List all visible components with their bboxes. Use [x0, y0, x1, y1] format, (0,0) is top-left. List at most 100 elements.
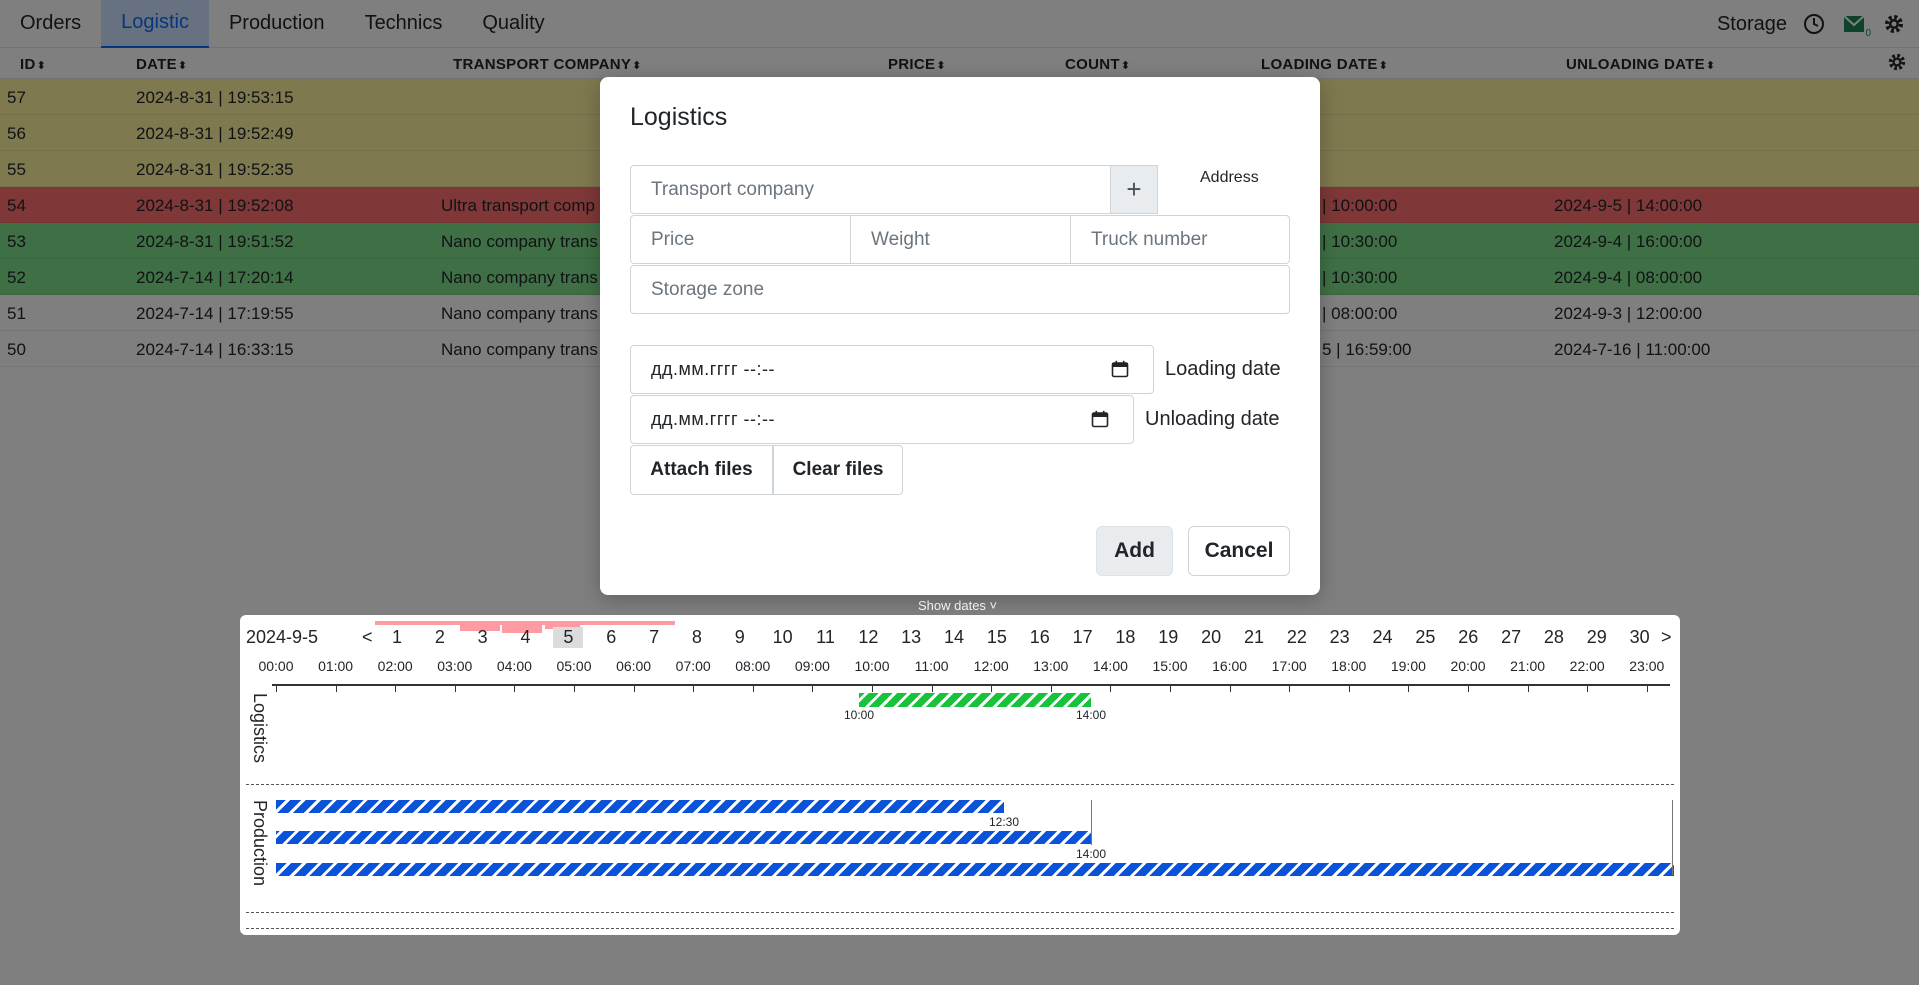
price-input[interactable]: Price: [630, 215, 851, 264]
hour-label: 21:00: [1510, 658, 1546, 674]
production-bar[interactable]: [276, 831, 1091, 844]
modal-title: Logistics: [630, 103, 728, 131]
prev-month-arrow[interactable]: <: [362, 627, 373, 648]
hour-label: 16:00: [1212, 658, 1248, 674]
cancel-button[interactable]: Cancel: [1188, 526, 1290, 576]
production-bar[interactable]: [276, 863, 1674, 876]
address-label: Address: [1200, 169, 1259, 186]
hour-label: 23:00: [1629, 658, 1665, 674]
day-8[interactable]: 8: [682, 627, 712, 648]
current-date: 2024-9-5: [246, 627, 319, 647]
axis-tick: [931, 684, 933, 692]
unloading-date-input[interactable]: дд.мм.гггг --:--: [630, 395, 1134, 444]
add-transport-company-button[interactable]: +: [1110, 165, 1158, 214]
calendar-icon[interactable]: [1091, 410, 1109, 428]
next-month-arrow[interactable]: >: [1661, 627, 1672, 648]
loading-date-value: дд.мм.гггг --:--: [651, 359, 775, 379]
hour-label: 20:00: [1450, 658, 1486, 674]
hour-label: 05:00: [556, 658, 592, 674]
day-14[interactable]: 14: [939, 627, 969, 648]
day-1[interactable]: 1: [382, 627, 412, 648]
axis-tick: [1646, 684, 1648, 692]
hour-label: 19:00: [1390, 658, 1426, 674]
axis-tick: [633, 684, 635, 692]
day-12[interactable]: 12: [853, 627, 883, 648]
time-marker-line: [1091, 800, 1092, 845]
truck-number-input[interactable]: Truck number: [1070, 215, 1290, 264]
axis-tick: [752, 684, 754, 692]
day-25[interactable]: 25: [1410, 627, 1440, 648]
day-28[interactable]: 28: [1539, 627, 1569, 648]
weight-input[interactable]: Weight: [850, 215, 1071, 264]
day-13[interactable]: 13: [896, 627, 926, 648]
day-19[interactable]: 19: [1153, 627, 1183, 648]
bar-end-label: 14:00: [1076, 847, 1107, 861]
unloading-date-label: Unloading date: [1145, 408, 1280, 430]
hour-label: 04:00: [496, 658, 532, 674]
day-2[interactable]: 2: [425, 627, 455, 648]
hour-label: 14:00: [1092, 658, 1128, 674]
day-3[interactable]: 3: [468, 627, 498, 648]
clear-files-button[interactable]: Clear files: [773, 445, 903, 495]
lane-label-production: Production: [250, 800, 270, 887]
day-20[interactable]: 20: [1196, 627, 1226, 648]
logistics-booking-bar[interactable]: [859, 693, 1091, 707]
axis-tick: [1229, 684, 1231, 692]
day-24[interactable]: 24: [1368, 627, 1398, 648]
loading-date-input[interactable]: дд.мм.гггг --:--: [630, 345, 1154, 394]
axis-tick: [1408, 684, 1410, 692]
time-axis: [272, 684, 1670, 686]
hour-label: 07:00: [675, 658, 711, 674]
day-4[interactable]: 4: [511, 627, 541, 648]
axis-tick: [872, 684, 873, 692]
axis-tick: [1050, 684, 1052, 692]
bar-start-label: 10:00: [844, 708, 875, 722]
lane-divider: [246, 928, 1674, 929]
day-22[interactable]: 22: [1282, 627, 1312, 648]
show-dates-toggle[interactable]: Show dates ˅: [918, 598, 997, 613]
day-29[interactable]: 29: [1582, 627, 1612, 648]
hour-label: 10:00: [854, 658, 890, 674]
day-7[interactable]: 7: [639, 627, 669, 648]
axis-tick: [693, 684, 695, 692]
bar-end-label: 12:30: [989, 815, 1020, 829]
hour-label: 13:00: [1033, 658, 1069, 674]
day-30[interactable]: 30: [1625, 627, 1655, 648]
hour-label: 15:00: [1152, 658, 1188, 674]
production-bar[interactable]: [276, 800, 1004, 813]
logistics-modal: Logistics Transport company + Address Pr…: [600, 77, 1320, 595]
day-10[interactable]: 10: [768, 627, 798, 648]
day-18[interactable]: 18: [1110, 627, 1140, 648]
calendar-icon[interactable]: [1111, 360, 1129, 378]
axis-tick: [454, 684, 456, 692]
day-15[interactable]: 15: [982, 627, 1012, 648]
transport-company-input[interactable]: Transport company: [630, 165, 1111, 214]
axis-tick: [1110, 684, 1112, 692]
day-17[interactable]: 17: [1068, 627, 1098, 648]
axis-tick: [1170, 684, 1171, 692]
axis-tick: [276, 684, 277, 692]
attach-files-button[interactable]: Attach files: [630, 445, 773, 495]
add-button[interactable]: Add: [1096, 526, 1173, 576]
hour-label: 08:00: [735, 658, 771, 674]
day-21[interactable]: 21: [1239, 627, 1269, 648]
hour-label: 17:00: [1271, 658, 1307, 674]
day-9[interactable]: 9: [725, 627, 755, 648]
day-16[interactable]: 16: [1025, 627, 1055, 648]
day-23[interactable]: 23: [1325, 627, 1355, 648]
hour-label: 22:00: [1569, 658, 1605, 674]
hour-label: 09:00: [794, 658, 830, 674]
day-11[interactable]: 11: [811, 627, 841, 648]
day-26[interactable]: 26: [1453, 627, 1483, 648]
timeline-calendar: 2024-9-5 < > 1 2 3 4 5 6 7 8 9 10 11 12 13 14 15 16 17 18…: [240, 615, 1680, 935]
storage-zone-input[interactable]: Storage zone: [630, 265, 1290, 314]
unloading-date-value: дд.мм.гггг --:--: [651, 409, 775, 429]
hour-label: 18:00: [1331, 658, 1367, 674]
day-5[interactable]: 5: [553, 627, 584, 648]
day-27[interactable]: 27: [1496, 627, 1526, 648]
day-6[interactable]: 6: [596, 627, 626, 648]
axis-tick: [514, 684, 516, 692]
axis-tick: [991, 684, 993, 692]
axis-tick: [395, 684, 397, 692]
loading-date-label: Loading date: [1165, 358, 1281, 380]
